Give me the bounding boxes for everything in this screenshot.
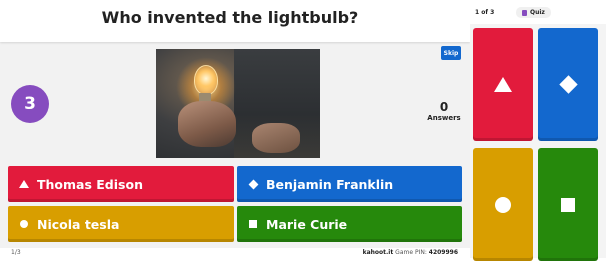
question-progress: 1/3 bbox=[11, 249, 21, 256]
square-icon bbox=[248, 219, 258, 229]
player-answer-diamond[interactable] bbox=[538, 28, 598, 141]
player-answer-triangle[interactable] bbox=[473, 28, 533, 141]
circle-icon bbox=[19, 219, 29, 229]
quiz-icon bbox=[522, 9, 527, 16]
player-screen: 1 of 3 Quiz bbox=[470, 0, 606, 261]
answers-counter: 0 Answers bbox=[424, 100, 464, 122]
answer-label: Benjamin Franklin bbox=[266, 176, 394, 192]
host-footer: 1/3 kahoot.it Game PIN: 4209996 bbox=[0, 248, 470, 258]
answer-label: Marie Curie bbox=[266, 216, 348, 232]
answer-option-blue[interactable]: Benjamin Franklin bbox=[237, 166, 462, 202]
site-name: kahoot.it bbox=[362, 249, 394, 256]
answer-label: Thomas Edison bbox=[37, 176, 143, 192]
diamond-icon bbox=[558, 75, 578, 94]
countdown-timer: 3 bbox=[11, 85, 49, 123]
triangle-icon bbox=[19, 179, 29, 189]
image-hand bbox=[178, 101, 236, 147]
answers-count: 0 bbox=[439, 100, 449, 114]
answer-label: Nicola tesla bbox=[37, 216, 120, 232]
skip-button[interactable]: Skip bbox=[441, 46, 461, 60]
game-pin-info: kahoot.it Game PIN: 4209996 bbox=[363, 249, 458, 256]
answer-option-green[interactable]: Marie Curie bbox=[237, 206, 462, 242]
question-image bbox=[156, 49, 320, 158]
answers-label: Answers bbox=[427, 114, 461, 122]
game-pin: 4209996 bbox=[428, 249, 458, 256]
answer-option-red[interactable]: Thomas Edison bbox=[8, 166, 234, 202]
answer-option-yellow[interactable]: Nicola tesla bbox=[8, 206, 234, 242]
player-answer-square[interactable] bbox=[538, 148, 598, 261]
game-pin-label: Game PIN: bbox=[395, 249, 427, 256]
triangle-icon bbox=[494, 77, 512, 92]
diamond-icon bbox=[248, 179, 258, 189]
quiz-badge: Quiz bbox=[516, 7, 551, 18]
player-progress: 1 of 3 bbox=[475, 9, 495, 16]
question-title: Who invented the lightbulb? bbox=[101, 8, 359, 27]
circle-icon bbox=[495, 196, 511, 213]
lightbulb-icon bbox=[194, 65, 218, 95]
host-screen: Who invented the lightbulb? 3 Skip 0 Ans… bbox=[0, 0, 470, 258]
question-bar: Who invented the lightbulb? bbox=[0, 0, 470, 42]
player-answer-circle[interactable] bbox=[473, 148, 533, 261]
player-topbar: 1 of 3 Quiz bbox=[470, 0, 606, 24]
square-icon bbox=[561, 197, 575, 212]
image-hand-second bbox=[252, 123, 300, 153]
quiz-label: Quiz bbox=[530, 9, 545, 16]
